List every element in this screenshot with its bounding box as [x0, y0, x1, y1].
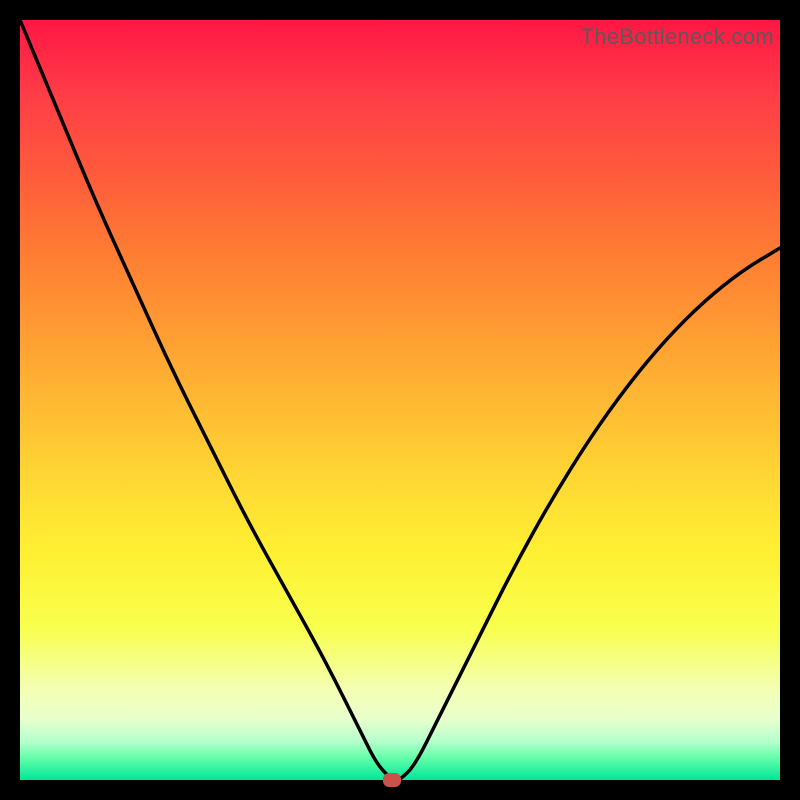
bottleneck-curve	[20, 20, 780, 780]
optimal-point-marker	[383, 773, 401, 787]
watermark-text: TheBottleneck.com	[581, 24, 774, 50]
chart-container: TheBottleneck.com	[20, 20, 780, 780]
